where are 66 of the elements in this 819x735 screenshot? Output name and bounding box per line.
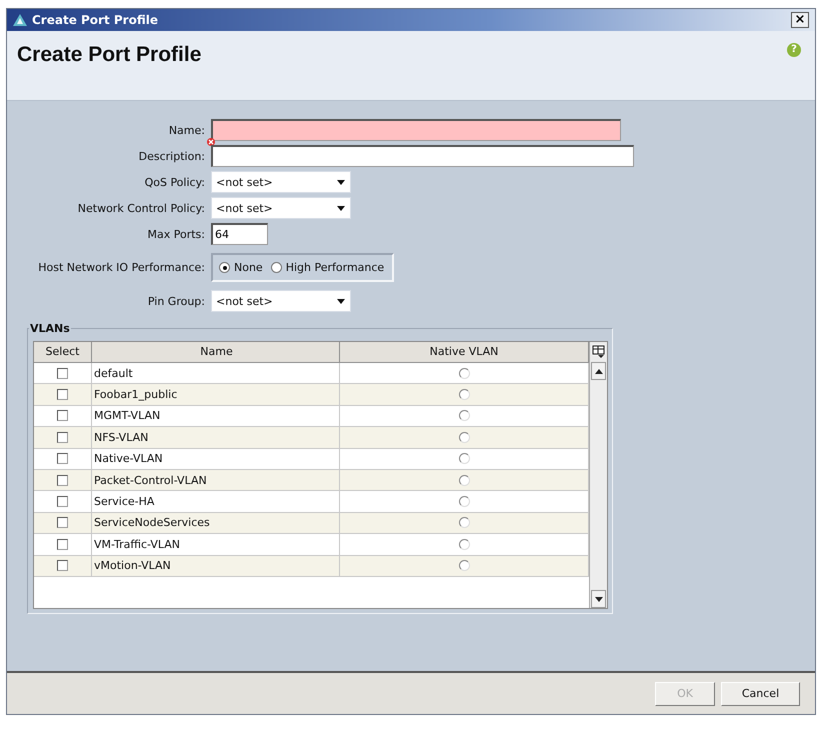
checkbox[interactable] (57, 368, 68, 379)
field-label: Description: (138, 150, 205, 162)
table-cell: Packet-Control-VLAN (92, 470, 340, 490)
table-cell: NFS-VLAN (92, 427, 340, 448)
table-cell: Service-HA (92, 491, 340, 512)
radio-button[interactable] (458, 410, 470, 422)
radio-button[interactable] (458, 432, 470, 443)
field-label: Host Network IO Performance: (38, 261, 205, 274)
page-title: Create Port Profile (17, 43, 202, 67)
radio-button[interactable] (458, 368, 470, 379)
dropdown[interactable]: <not set> (211, 197, 351, 219)
error-icon (207, 138, 215, 146)
radio-button[interactable] (219, 262, 230, 273)
dropdown[interactable]: <not set> (211, 171, 351, 193)
checkbox[interactable] (57, 538, 68, 550)
checkbox[interactable] (57, 474, 68, 486)
field-label: Name: (168, 124, 205, 136)
close-button[interactable]: × (791, 12, 809, 28)
column-header[interactable]: Name (92, 342, 340, 363)
app-icon (13, 14, 27, 26)
radio-button[interactable] (458, 560, 470, 572)
checkbox[interactable] (57, 517, 68, 528)
radio-option[interactable]: High Performance (270, 261, 384, 274)
radio-button[interactable] (458, 517, 470, 528)
table-cell: Native-VLAN (92, 448, 340, 469)
scroll-up-button[interactable] (591, 362, 606, 380)
field-label: Network Control Policy: (78, 202, 205, 214)
column-header[interactable]: Native VLAN (340, 342, 589, 363)
radio-option[interactable]: None (219, 261, 263, 274)
scroll-down-button[interactable] (591, 590, 606, 608)
table-cell: vMotion-VLAN (92, 556, 340, 576)
caret-icon (594, 596, 602, 602)
table-cell: VM-Traffic-VLAN (92, 534, 340, 555)
group-title: VLANs (29, 322, 71, 335)
field-label: Pin Group: (148, 294, 205, 308)
caret-icon (337, 298, 345, 304)
checkbox[interactable] (57, 410, 68, 422)
table-cell: default (92, 363, 340, 384)
field-label: QoS Policy: (144, 176, 205, 188)
table-cell: Foobar1_public (92, 384, 340, 405)
radio-button[interactable] (458, 389, 470, 400)
radio-button[interactable] (458, 496, 470, 508)
scrollbar[interactable] (590, 362, 607, 608)
radio-button[interactable] (270, 262, 282, 273)
caret-icon (337, 180, 345, 184)
table-cell: MGMT-VLAN (92, 406, 340, 426)
checkbox[interactable] (57, 432, 68, 443)
caret-icon (337, 206, 345, 210)
radio-button[interactable] (458, 538, 470, 550)
text-field[interactable] (211, 119, 621, 141)
column-chooser-icon[interactable] (592, 345, 606, 359)
radio-button[interactable] (458, 474, 470, 486)
text-field[interactable] (211, 145, 634, 167)
caret-icon (594, 368, 602, 374)
checkbox[interactable] (57, 560, 68, 572)
dropdown[interactable]: <not set> (211, 290, 351, 312)
window-title: Create Port Profile (32, 13, 158, 27)
field-label: Max Ports: (148, 228, 205, 240)
table-cell: ServiceNodeServices (92, 512, 340, 534)
radio-button[interactable] (458, 453, 470, 464)
dialog-button[interactable]: Cancel (721, 682, 800, 706)
checkbox[interactable] (57, 453, 68, 464)
checkbox[interactable] (57, 496, 68, 508)
checkbox[interactable] (57, 389, 68, 400)
text-field[interactable]: 64 (211, 223, 268, 245)
column-header[interactable]: Select (34, 342, 92, 363)
